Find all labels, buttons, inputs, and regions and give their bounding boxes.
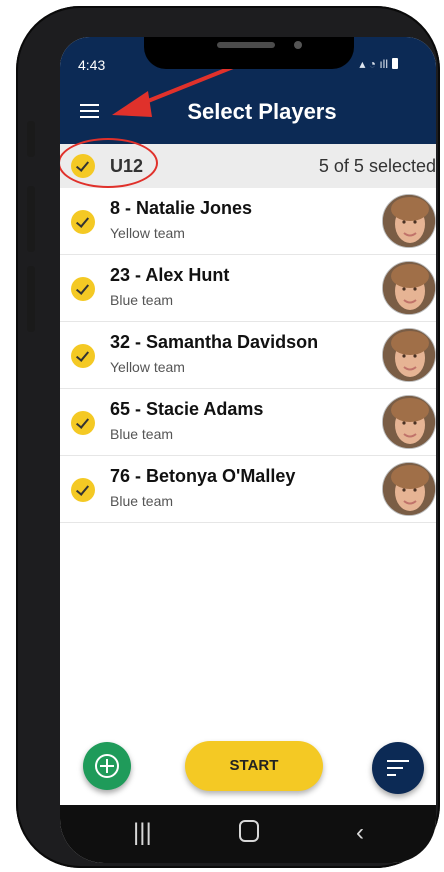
recent-apps-icon[interactable]: ||| — [133, 819, 152, 847]
player-name: 32 - Samantha Davidson — [110, 332, 319, 352]
phone-volume-down — [27, 266, 35, 332]
selected-count: 5 of 5 selected — [318, 156, 436, 176]
player-check-icon[interactable] — [71, 478, 95, 502]
avatar — [382, 462, 436, 516]
page-title: Select Players — [187, 99, 337, 124]
avatar — [382, 194, 436, 248]
player-team: Blue team — [110, 426, 174, 442]
player-name: 65 - Stacie Adams — [110, 399, 264, 419]
group-name: U12 — [110, 156, 144, 176]
player-check-icon[interactable] — [71, 210, 95, 234]
player-row[interactable]: 23 - Alex Hunt Blue team — [60, 255, 436, 322]
sort-icon — [387, 760, 409, 762]
status-icons: ▴ ◔ ıll — [359, 57, 398, 71]
player-row[interactable]: 76 - Betonya O'Malley Blue team — [60, 456, 436, 523]
system-nav-bar: ||| ‹ — [60, 805, 436, 863]
phone-side-button — [27, 121, 35, 157]
player-row[interactable]: 32 - Samantha Davidson Yellow team — [60, 322, 436, 389]
phone-volume-up — [27, 186, 35, 252]
group-header[interactable]: U12 5 of 5 selected — [60, 138, 436, 188]
player-check-icon[interactable] — [71, 344, 95, 368]
player-row[interactable]: 8 - Natalie Jones Yellow team — [60, 188, 436, 255]
player-name: 8 - Natalie Jones — [110, 198, 253, 218]
avatar — [382, 261, 436, 315]
phone-screen: 4:43 ▴ ◔ ıll Select Players U12 5 of 5 s… — [60, 37, 436, 863]
sort-button[interactable] — [372, 742, 424, 794]
player-team: Blue team — [110, 493, 174, 509]
start-button[interactable]: START — [185, 741, 323, 791]
back-icon[interactable]: ‹ — [356, 819, 364, 847]
player-check-icon[interactable] — [71, 411, 95, 435]
battery-icon — [392, 58, 398, 69]
avatar — [382, 328, 436, 382]
group-check-icon[interactable] — [71, 154, 95, 178]
home-icon[interactable] — [239, 820, 259, 842]
player-name: 23 - Alex Hunt — [110, 265, 230, 285]
add-player-button[interactable] — [83, 742, 131, 790]
avatar — [382, 395, 436, 449]
player-team: Yellow team — [110, 359, 185, 375]
player-team: Yellow team — [110, 225, 185, 241]
status-time: 4:43 — [78, 57, 106, 73]
player-name: 76 - Betonya O'Malley — [110, 466, 296, 486]
player-row[interactable]: 65 - Stacie Adams Blue team — [60, 389, 436, 456]
phone-notch — [144, 37, 354, 69]
phone-frame: 4:43 ▴ ◔ ıll Select Players U12 5 of 5 s… — [16, 6, 440, 868]
player-check-icon[interactable] — [71, 277, 95, 301]
player-team: Blue team — [110, 292, 174, 308]
